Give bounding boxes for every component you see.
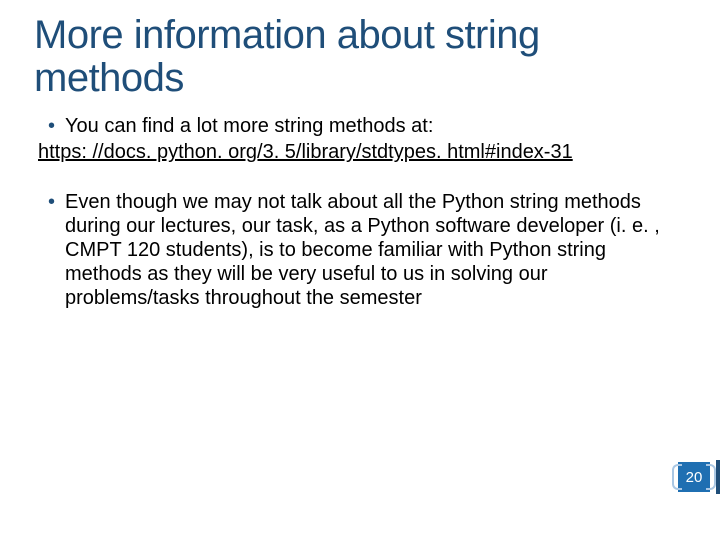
bullet-text-2: Even though we may not talk about all th… <box>65 190 665 310</box>
side-accent <box>716 460 720 494</box>
bullet-text-1: You can find a lot more string methods a… <box>65 114 433 138</box>
page-number: 20 <box>686 469 703 486</box>
bullet-item-1: • You can find a lot more string methods… <box>34 114 686 138</box>
bullet-icon: • <box>34 190 65 214</box>
bullet-item-2: • Even though we may not talk about all … <box>34 190 686 310</box>
spacer <box>34 164 686 190</box>
page-number-badge: 20 <box>678 462 710 492</box>
slide-title: More information about string methods <box>34 14 686 100</box>
slide: More information about string methods • … <box>0 0 720 540</box>
reference-link[interactable]: https: //docs. python. org/3. 5/library/… <box>38 140 686 164</box>
bullet-icon: • <box>34 114 65 138</box>
